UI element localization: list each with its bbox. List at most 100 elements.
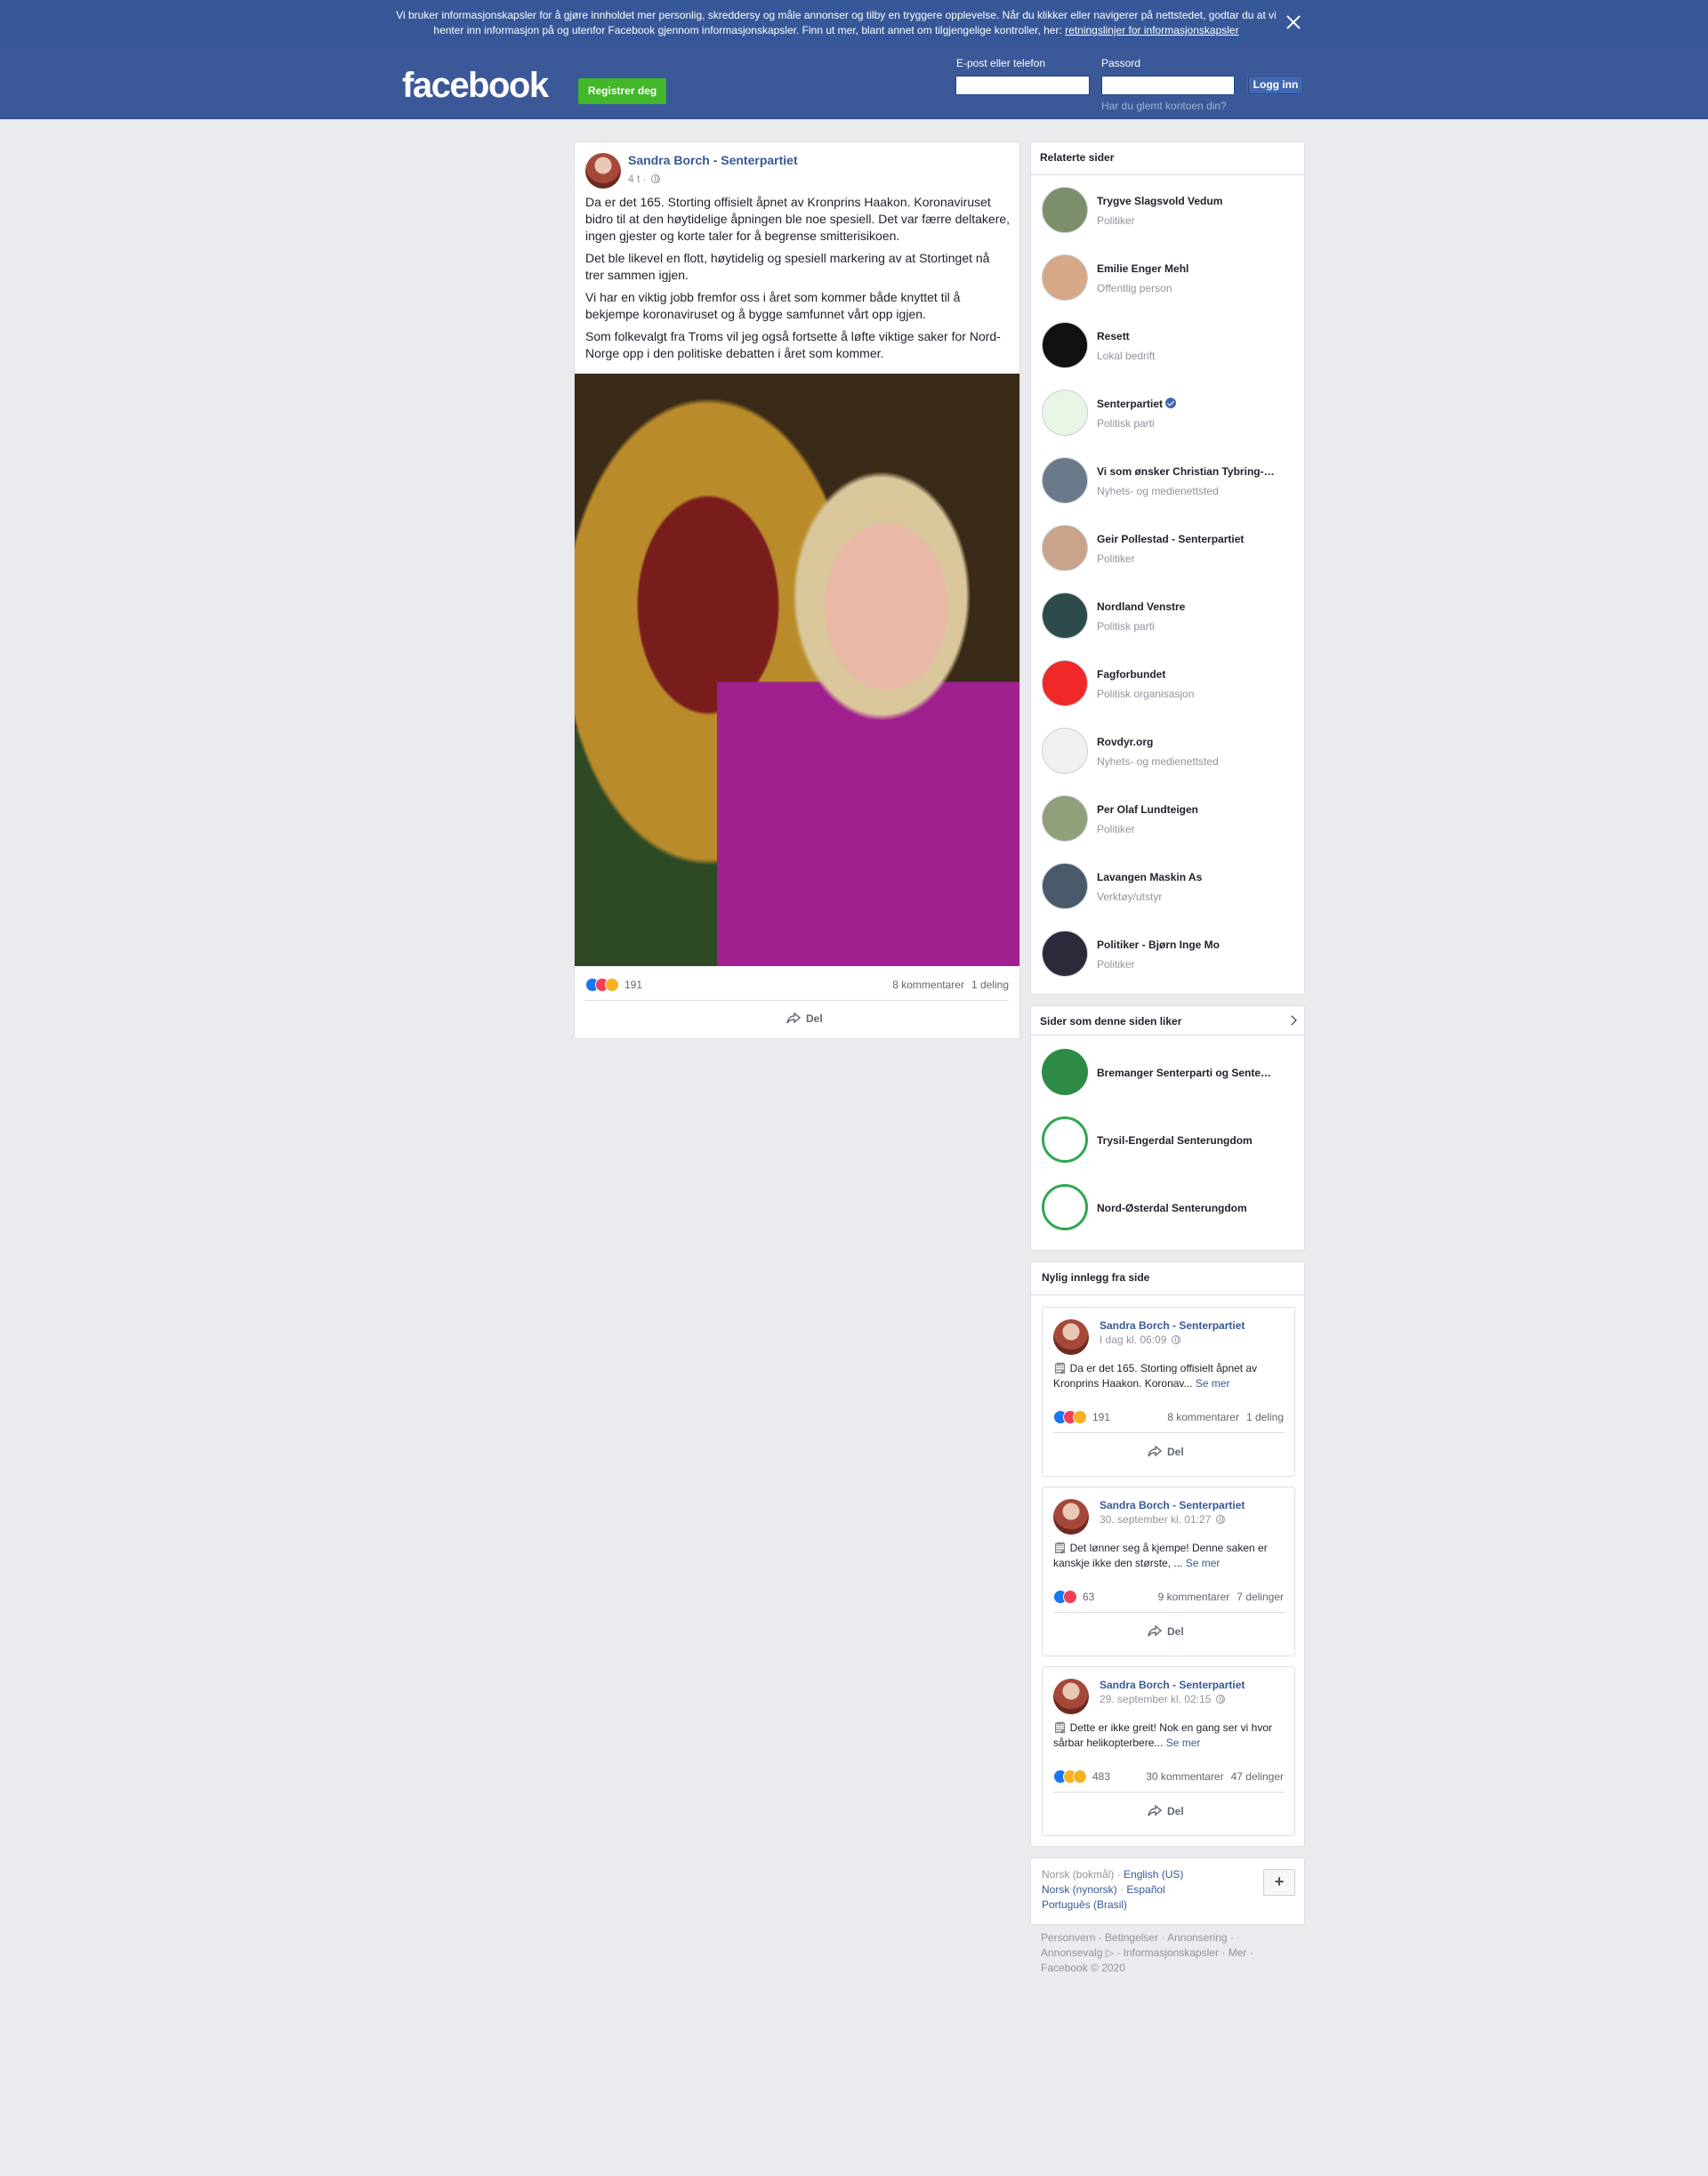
related-page-item[interactable]: Trygve Slagsvold Vedum Politiker xyxy=(1042,187,1307,242)
related-page-item[interactable]: Per Olaf Lundteigen Politiker xyxy=(1042,795,1307,850)
liked-pages-card: Sider som denne siden liker Bremanger Se… xyxy=(1030,1005,1305,1251)
footer-link[interactable]: Annonsevalg xyxy=(1041,1946,1102,1959)
comments-link[interactable]: 8 kommentarer xyxy=(892,979,964,991)
related-page-name[interactable]: Emilie Enger Mehl xyxy=(1097,262,1307,275)
related-page-item[interactable]: Nordland Venstre Politisk parti xyxy=(1042,592,1307,648)
password-field[interactable] xyxy=(1101,76,1235,95)
shares-link[interactable]: 47 delinger xyxy=(1231,1770,1284,1783)
post-text: Da er det 165. Storting offisielt åpnet … xyxy=(585,194,1011,367)
language-link[interactable]: Português (Brasil) xyxy=(1042,1898,1127,1911)
shares-link[interactable]: 1 deling xyxy=(1246,1411,1284,1423)
related-page-item[interactable]: Fagforbundet Politisk organisasjon xyxy=(1042,660,1307,715)
related-page-name[interactable]: Trygve Slagsvold Vedum xyxy=(1097,195,1307,207)
avatar[interactable] xyxy=(1042,1116,1088,1163)
avatar[interactable] xyxy=(585,153,621,189)
shares-link[interactable]: 7 delinger xyxy=(1237,1591,1284,1603)
related-page-item[interactable]: Lavangen Maskin As Verktøy/utstyr xyxy=(1042,863,1307,918)
related-page-name[interactable]: Per Olaf Lundteigen xyxy=(1097,803,1307,816)
see-more-link[interactable]: Se mer xyxy=(1196,1377,1230,1390)
avatar[interactable] xyxy=(1042,457,1088,504)
related-page-item[interactable]: Rovdyr.org Nyhets- og medienettsted xyxy=(1042,728,1307,783)
liked-page-name[interactable]: Nord-Østerdal Senterungdom xyxy=(1097,1202,1307,1214)
footer-link[interactable]: Mer xyxy=(1229,1946,1247,1959)
avatar[interactable] xyxy=(1042,254,1088,301)
close-icon[interactable] xyxy=(1284,12,1303,33)
footer-link[interactable]: Informasjonskapsler xyxy=(1124,1946,1219,1959)
comments-link[interactable]: 30 kommentarer xyxy=(1146,1770,1223,1783)
avatar[interactable] xyxy=(1042,390,1088,436)
current-language: Norsk (bokmål) · xyxy=(1042,1868,1124,1881)
avatar[interactable] xyxy=(1042,931,1088,977)
language-link[interactable]: Español xyxy=(1126,1883,1164,1896)
language-link[interactable]: English (US) xyxy=(1124,1868,1183,1881)
post-photo[interactable] xyxy=(575,374,1019,966)
related-page-item[interactable]: Vi som ønsker Christian Tybring-… Nyhets-… xyxy=(1042,457,1307,512)
avatar[interactable] xyxy=(1042,322,1088,368)
avatar[interactable] xyxy=(1042,1049,1088,1095)
footer: Personvern · Betingelser · Annonsering ·… xyxy=(1041,1931,1253,1974)
comments-link[interactable]: 9 kommentarer xyxy=(1158,1591,1230,1603)
avatar[interactable] xyxy=(1042,187,1088,233)
post-author[interactable]: Sandra Borch - Senterpartiet xyxy=(628,153,798,167)
related-page-name[interactable]: Lavangen Maskin As xyxy=(1097,871,1307,883)
share-button[interactable]: Del xyxy=(1148,1805,1184,1817)
avatar[interactable] xyxy=(1042,1184,1088,1230)
share-label: Del xyxy=(806,1012,823,1025)
facebook-logo[interactable]: facebook xyxy=(402,66,549,106)
related-page-item[interactable]: Emilie Enger Mehl Offentlig person xyxy=(1042,254,1307,310)
shares-link[interactable]: 1 deling xyxy=(971,979,1009,991)
avatar[interactable] xyxy=(1053,1319,1089,1355)
footer-link[interactable]: Personvern xyxy=(1041,1931,1095,1944)
language-link[interactable]: Norsk (nynorsk) xyxy=(1042,1883,1117,1896)
footer-link[interactable]: Betingelser xyxy=(1105,1931,1158,1944)
related-page-item[interactable]: Senterpartiet Politisk parti xyxy=(1042,390,1307,445)
liked-page-item[interactable]: Trysil-Engerdal Senterungdom xyxy=(1042,1116,1307,1172)
liked-pages-title[interactable]: Sider som denne siden liker xyxy=(1040,1015,1181,1028)
avatar[interactable] xyxy=(1042,863,1088,909)
avatar[interactable] xyxy=(1053,1679,1089,1714)
recent-post-author[interactable]: Sandra Borch - Senterpartiet xyxy=(1100,1319,1245,1332)
liked-page-item[interactable]: Nord-Østerdal Senterungdom xyxy=(1042,1184,1307,1239)
see-more-link[interactable]: Se mer xyxy=(1186,1557,1221,1569)
related-page-name[interactable]: Senterpartiet xyxy=(1097,398,1307,410)
see-more-link[interactable]: Se mer xyxy=(1166,1737,1201,1749)
recent-post-author[interactable]: Sandra Borch - Senterpartiet xyxy=(1100,1679,1245,1691)
related-page-name[interactable]: Geir Pollestad - Senterpartiet xyxy=(1097,533,1307,545)
login-button[interactable]: Logg inn xyxy=(1247,75,1304,95)
share-button[interactable]: Del xyxy=(1148,1625,1184,1638)
avatar[interactable] xyxy=(1042,525,1088,571)
related-page-name[interactable]: Vi som ønsker Christian Tybring-… xyxy=(1097,465,1307,478)
related-page-name[interactable]: Politiker - Bjørn Inge Mo xyxy=(1097,939,1307,951)
recent-post-date[interactable]: 30. september kl. 01:27 xyxy=(1100,1513,1225,1526)
related-page-item[interactable]: Geir Pollestad - Senterpartiet Politiker xyxy=(1042,525,1307,580)
recent-post-author[interactable]: Sandra Borch - Senterpartiet xyxy=(1100,1499,1245,1511)
liked-page-item[interactable]: Bremanger Senterparti og Sente… xyxy=(1042,1049,1307,1104)
share-button[interactable]: Del xyxy=(786,1012,823,1025)
related-page-name[interactable]: Resett xyxy=(1097,330,1307,343)
recent-post-date[interactable]: 29. september kl. 02:15 xyxy=(1100,1693,1225,1705)
related-page-name[interactable]: Nordland Venstre xyxy=(1097,600,1307,613)
related-page-item[interactable]: Resett Lokal bedrift xyxy=(1042,322,1307,377)
more-languages-button[interactable]: + xyxy=(1263,1869,1295,1896)
avatar[interactable] xyxy=(1042,592,1088,639)
avatar[interactable] xyxy=(1042,660,1088,706)
share-button[interactable]: Del xyxy=(1148,1446,1184,1458)
related-page-name[interactable]: Rovdyr.org xyxy=(1097,736,1307,748)
register-button[interactable]: Registrer deg xyxy=(578,78,666,104)
forgot-account-link[interactable]: Har du glemt kontoen din? xyxy=(1101,100,1227,112)
email-field[interactable] xyxy=(955,76,1090,95)
post-card: Sandra Borch - Senterpartiet 4 t · Da er… xyxy=(574,141,1020,1039)
comments-link[interactable]: 8 kommentarer xyxy=(1167,1411,1239,1423)
related-page-name[interactable]: Fagforbundet xyxy=(1097,668,1307,681)
cookie-policy-link[interactable]: retningslinjer for informasjonskapsler xyxy=(1065,24,1238,36)
post-time[interactable]: 4 t · xyxy=(628,173,647,185)
related-page-item[interactable]: Politiker - Bjørn Inge Mo Politiker xyxy=(1042,931,1307,986)
footer-link[interactable]: Annonsering xyxy=(1167,1931,1227,1944)
avatar[interactable] xyxy=(1053,1499,1089,1535)
liked-page-name[interactable]: Bremanger Senterparti og Sente… xyxy=(1097,1067,1307,1079)
avatar[interactable] xyxy=(1042,728,1088,774)
recent-post-date[interactable]: I dag kl. 06:09 xyxy=(1100,1334,1180,1346)
avatar[interactable] xyxy=(1042,795,1088,842)
liked-page-name[interactable]: Trysil-Engerdal Senterungdom xyxy=(1097,1134,1307,1147)
chevron-right-icon[interactable] xyxy=(1286,1015,1297,1026)
